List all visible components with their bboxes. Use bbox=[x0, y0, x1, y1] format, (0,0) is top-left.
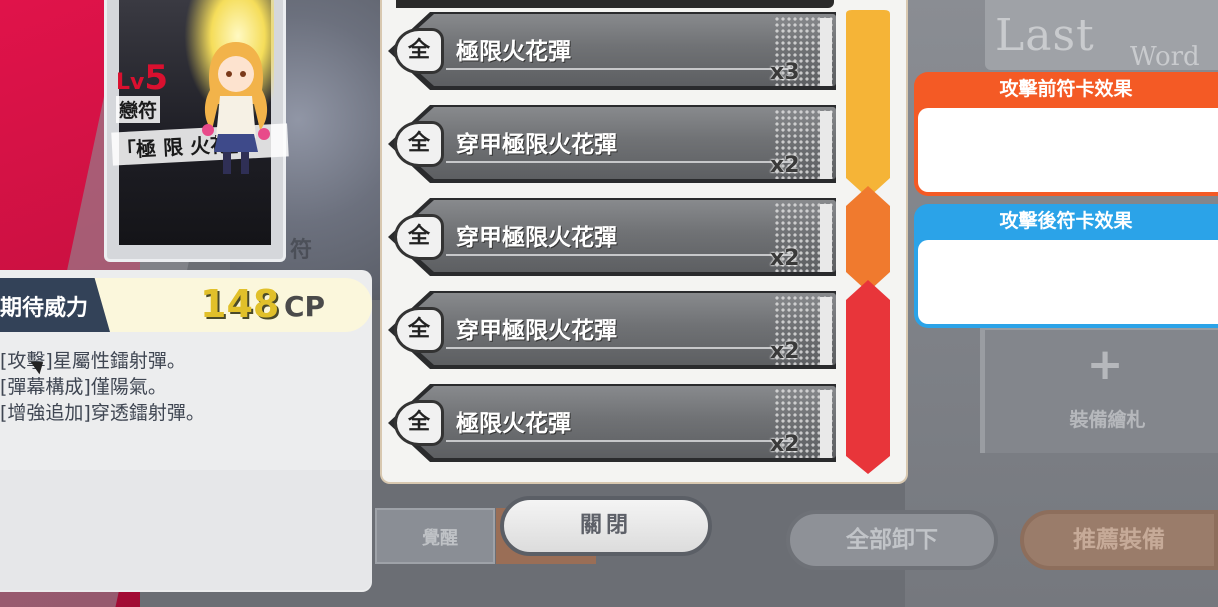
list-scroll-stub bbox=[396, 0, 834, 8]
bullet-endcap bbox=[820, 390, 832, 458]
last-word-title: Last bbox=[995, 10, 1095, 61]
bullet-name: 穿甲極限火花彈 bbox=[456, 318, 617, 344]
bullet-list-item[interactable]: 全穿甲極限火花彈 x2 bbox=[388, 198, 836, 280]
bullet-list-item[interactable]: 全穿甲極限火花彈 x2 bbox=[388, 105, 836, 187]
bullet-divider bbox=[446, 161, 796, 163]
bullet-divider bbox=[446, 68, 796, 70]
expected-power-value: 148 bbox=[200, 282, 280, 326]
after-attack-effect-panel: 攻擊後符卡效果 bbox=[914, 204, 1218, 328]
plus-icon[interactable]: + bbox=[1085, 343, 1125, 387]
bullet-list-item[interactable]: 全極限火花彈 x2 bbox=[388, 384, 836, 466]
card-level: Lv5 bbox=[116, 58, 168, 98]
after-attack-effect-title: 攻擊後符卡效果 bbox=[999, 210, 1133, 232]
last-word-subtitle: Word bbox=[1130, 42, 1200, 72]
bullet-count: x2 bbox=[770, 432, 800, 457]
bullet-count: x3 bbox=[770, 60, 800, 85]
power-panel-footer bbox=[0, 470, 372, 590]
all-target-badge: 全 bbox=[394, 214, 444, 260]
after-attack-effect-content bbox=[918, 240, 1218, 324]
all-target-badge: 全 bbox=[394, 121, 444, 167]
bullet-endcap bbox=[820, 297, 832, 365]
chevron-segment bbox=[846, 186, 890, 292]
level-prefix: Lv bbox=[116, 70, 145, 95]
before-attack-effect-panel: 攻擊前符卡效果 bbox=[914, 72, 1218, 196]
all-target-badge: 全 bbox=[394, 307, 444, 353]
chevron-segment bbox=[846, 10, 890, 198]
bullet-endcap bbox=[820, 18, 832, 86]
character-chibi-icon bbox=[202, 42, 270, 174]
card-side-character: 符 bbox=[290, 238, 313, 263]
before-attack-effect-content bbox=[918, 108, 1218, 192]
power-unit: CP bbox=[284, 290, 326, 323]
unequip-all-button[interactable]: 全部卸下 bbox=[786, 510, 998, 570]
bullet-divider bbox=[446, 347, 796, 349]
description-line-3: [增強追加]穿透鐳射彈。 bbox=[0, 402, 205, 424]
recommend-equip-button[interactable]: 推薦裝備 bbox=[1020, 510, 1218, 570]
bullet-name: 穿甲極限火花彈 bbox=[456, 225, 617, 251]
bullet-divider bbox=[446, 440, 796, 442]
all-target-badge: 全 bbox=[394, 28, 444, 74]
before-attack-effect-title: 攻擊前符卡效果 bbox=[999, 78, 1133, 100]
chevron-segment bbox=[846, 280, 890, 474]
bullet-endcap bbox=[820, 111, 832, 179]
spell-type: 戀符 bbox=[116, 96, 161, 123]
description-line-1: [攻擊]星屬性鐳射彈。 bbox=[0, 350, 186, 372]
bullet-count: x2 bbox=[770, 153, 800, 178]
bullet-name: 極限火花彈 bbox=[456, 39, 571, 65]
bullet-list-item[interactable]: 全極限火花彈 x3 bbox=[388, 12, 836, 94]
bullet-divider bbox=[446, 254, 796, 256]
bullet-count: x2 bbox=[770, 246, 800, 271]
bullet-name: 穿甲極限火花彈 bbox=[456, 132, 617, 158]
description-line-2: [彈幕構成]僅陽氣。 bbox=[0, 376, 167, 398]
tab-awaken-label[interactable]: 覺醒 bbox=[422, 524, 458, 550]
expected-power-label: 期待威力 bbox=[0, 296, 89, 321]
bullet-endcap bbox=[820, 204, 832, 272]
bullet-count: x2 bbox=[770, 339, 800, 364]
bullet-list-item[interactable]: 全穿甲極限火花彈 x2 bbox=[388, 291, 836, 373]
bullet-name: 極限火花彈 bbox=[456, 411, 571, 437]
equip-card-label[interactable]: 裝備繪札 bbox=[1060, 405, 1155, 432]
level-number: 5 bbox=[144, 58, 169, 98]
combo-chevron-bar bbox=[846, 10, 890, 474]
all-target-badge: 全 bbox=[394, 400, 444, 446]
close-button[interactable]: 關閉 bbox=[500, 496, 712, 556]
